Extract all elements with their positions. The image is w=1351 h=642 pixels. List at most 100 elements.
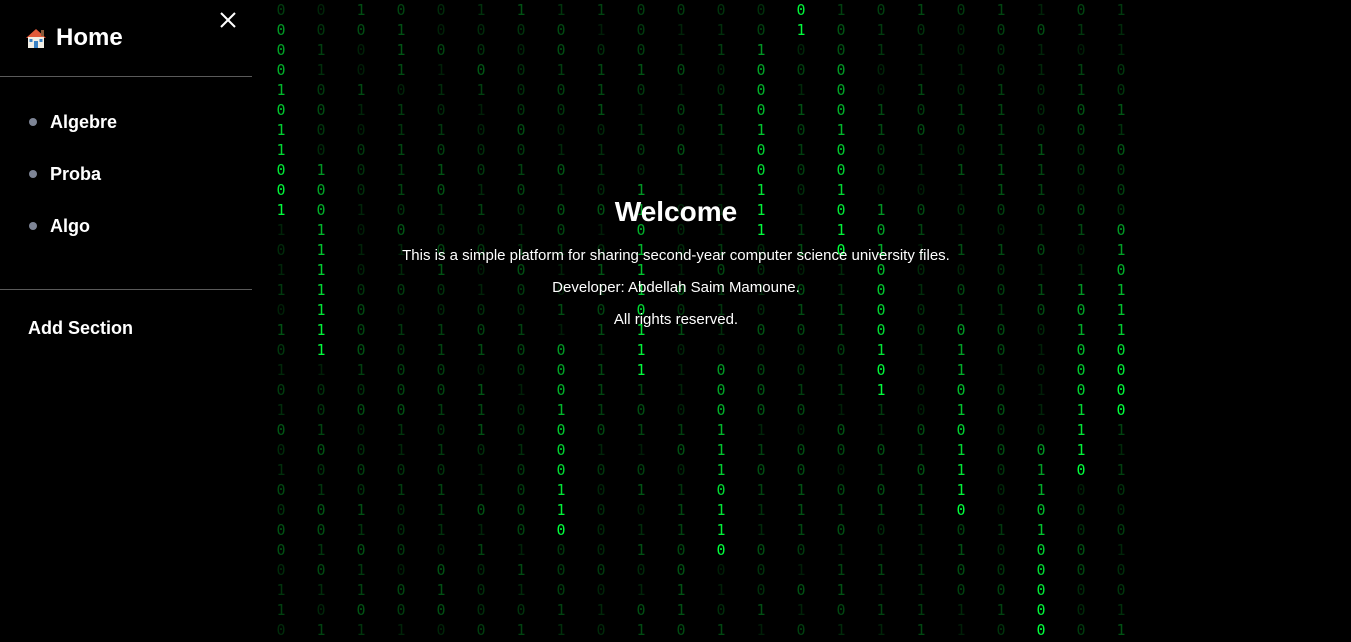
matrix-glyph: 1 [1116, 1, 1126, 19]
matrix-glyph: 1 [516, 541, 526, 559]
matrix-glyph: 0 [1116, 361, 1126, 379]
matrix-glyph: 0 [876, 61, 886, 79]
matrix-glyph: 0 [916, 401, 926, 419]
matrix-glyph: 1 [476, 421, 486, 439]
matrix-glyph: 0 [796, 421, 806, 439]
matrix-glyph: 0 [716, 1, 726, 19]
matrix-glyph: 1 [716, 461, 726, 479]
matrix-glyph: 0 [396, 361, 406, 379]
matrix-glyph: 0 [756, 101, 766, 119]
matrix-glyph: 0 [1076, 341, 1086, 359]
matrix-glyph: 1 [676, 161, 686, 179]
matrix-glyph: 1 [596, 381, 606, 399]
matrix-glyph: 0 [756, 61, 766, 79]
matrix-glyph: 0 [836, 41, 846, 59]
matrix-glyph: 1 [716, 441, 726, 459]
matrix-glyph: 1 [716, 621, 726, 639]
matrix-glyph: 0 [596, 41, 606, 59]
matrix-glyph: 0 [556, 21, 566, 39]
matrix-glyph: 1 [1036, 481, 1046, 499]
matrix-glyph: 0 [916, 101, 926, 119]
matrix-glyph: 0 [516, 401, 526, 419]
matrix-glyph: 0 [676, 121, 686, 139]
matrix-glyph: 0 [436, 361, 446, 379]
matrix-glyph: 1 [676, 41, 686, 59]
matrix-glyph: 0 [276, 541, 286, 559]
matrix-glyph: 1 [796, 381, 806, 399]
close-icon[interactable] [218, 10, 238, 30]
matrix-glyph: 0 [1076, 361, 1086, 379]
matrix-glyph: 1 [876, 561, 886, 579]
matrix-glyph: 1 [1036, 161, 1046, 179]
matrix-glyph: 0 [676, 621, 686, 639]
matrix-glyph: 0 [516, 421, 526, 439]
matrix-glyph: 1 [1116, 281, 1126, 299]
matrix-glyph: 0 [796, 621, 806, 639]
matrix-glyph: 0 [356, 441, 366, 459]
matrix-glyph: 1 [596, 101, 606, 119]
matrix-glyph: 0 [596, 501, 606, 519]
matrix-glyph: 1 [676, 501, 686, 519]
matrix-glyph: 1 [636, 361, 646, 379]
sidebar-divider [0, 289, 252, 290]
matrix-glyph: 0 [1076, 41, 1086, 59]
matrix-glyph: 0 [1116, 581, 1126, 599]
matrix-glyph: 0 [836, 81, 846, 99]
matrix-glyph: 1 [476, 101, 486, 119]
matrix-glyph: 1 [556, 601, 566, 619]
matrix-glyph: 1 [1116, 121, 1126, 139]
section-list: Algebre Proba Algo [0, 96, 252, 252]
matrix-glyph: 1 [676, 381, 686, 399]
matrix-glyph: 0 [436, 101, 446, 119]
sidebar-item-proba[interactable]: Proba [0, 148, 252, 200]
matrix-glyph: 1 [916, 441, 926, 459]
matrix-glyph: 0 [1076, 601, 1086, 619]
matrix-glyph: 0 [596, 541, 606, 559]
matrix-glyph: 0 [1036, 621, 1046, 639]
matrix-glyph: 0 [676, 561, 686, 579]
matrix-glyph: 0 [356, 541, 366, 559]
matrix-glyph: 1 [316, 361, 326, 379]
matrix-glyph: 1 [316, 621, 326, 639]
matrix-glyph: 0 [676, 341, 686, 359]
matrix-glyph: 0 [956, 1, 966, 19]
matrix-glyph: 1 [836, 621, 846, 639]
matrix-glyph: 0 [956, 521, 966, 539]
matrix-glyph: 1 [676, 21, 686, 39]
matrix-glyph: 0 [516, 461, 526, 479]
matrix-glyph: 1 [596, 61, 606, 79]
matrix-glyph: 1 [1116, 301, 1126, 319]
matrix-glyph: 0 [396, 581, 406, 599]
matrix-glyph: 0 [996, 581, 1006, 599]
sidebar-item-algo[interactable]: Algo [0, 200, 252, 252]
matrix-glyph: 0 [436, 541, 446, 559]
matrix-glyph: 0 [396, 501, 406, 519]
home-link[interactable]: Home [24, 24, 123, 52]
matrix-glyph: 0 [796, 341, 806, 359]
matrix-glyph: 0 [756, 581, 766, 599]
matrix-glyph: 1 [316, 541, 326, 559]
matrix-glyph: 1 [996, 101, 1006, 119]
add-section-button[interactable]: Add Section [28, 318, 133, 339]
matrix-glyph: 0 [1076, 521, 1086, 539]
matrix-glyph: 1 [316, 581, 326, 599]
matrix-glyph: 1 [316, 421, 326, 439]
matrix-glyph: 1 [596, 601, 606, 619]
matrix-glyph: 0 [1116, 381, 1126, 399]
matrix-glyph: 0 [316, 501, 326, 519]
matrix-glyph: 0 [1076, 501, 1086, 519]
matrix-glyph: 1 [356, 361, 366, 379]
matrix-glyph: 0 [756, 141, 766, 159]
sidebar-item-algebre[interactable]: Algebre [0, 96, 252, 148]
matrix-glyph: 1 [836, 361, 846, 379]
matrix-glyph: 0 [1116, 341, 1126, 359]
matrix-glyph: 0 [276, 101, 286, 119]
matrix-glyph: 0 [276, 561, 286, 579]
matrix-glyph: 0 [276, 1, 286, 19]
matrix-glyph: 1 [836, 121, 846, 139]
matrix-glyph: 0 [1076, 101, 1086, 119]
matrix-glyph: 1 [596, 1, 606, 19]
matrix-glyph: 1 [716, 421, 726, 439]
matrix-glyph: 1 [596, 361, 606, 379]
bullet-icon [29, 118, 37, 126]
